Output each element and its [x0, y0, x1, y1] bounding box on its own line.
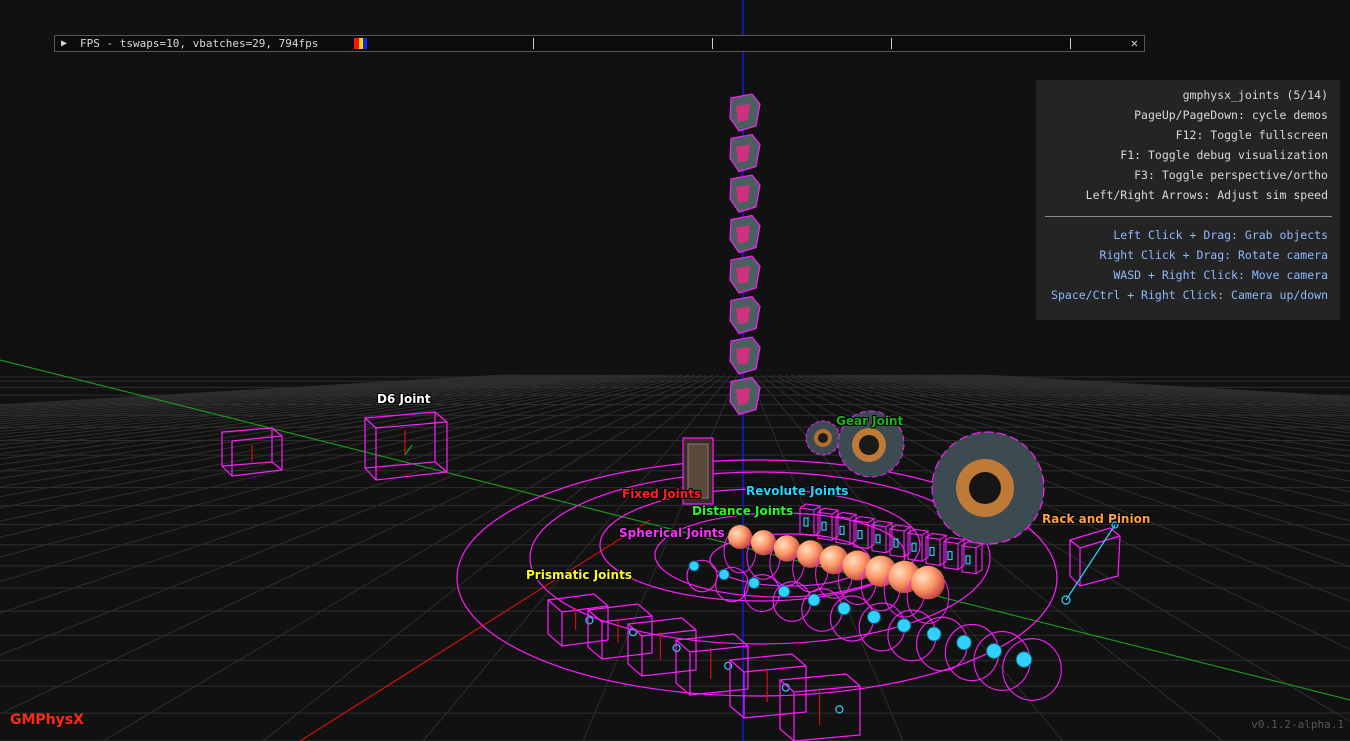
chain-link-box [729, 93, 761, 132]
hanging-chain[interactable] [729, 93, 761, 416]
label-spherical-joints: Spherical Joints [619, 526, 725, 540]
prismatic-anchor [835, 705, 844, 714]
chain-box-decal [736, 387, 750, 406]
prismatic-anchor [724, 661, 733, 670]
distance-cage [1002, 638, 1062, 701]
chain-box-decal [736, 306, 750, 325]
label-rack-and-pinion: Rack and Pinion [1042, 512, 1151, 526]
version-label: v0.1.2-alpha.1 [1251, 718, 1344, 731]
label-revolute-joints: Revolute Joints [746, 484, 849, 498]
prismatic-box [627, 617, 697, 677]
help-mouse-line: Right Click + Drag: Rotate camera [1099, 248, 1328, 262]
play-icon[interactable]: ▶ [61, 36, 67, 51]
distance-node [896, 618, 912, 633]
revolute-box [943, 537, 966, 571]
label-prismatic-joints: Prismatic Joints [526, 568, 632, 582]
distance-node [688, 560, 700, 572]
prismatic-joint-boxes[interactable] [547, 593, 861, 741]
help-mouse-line: WASD + Right Click: Move camera [1113, 268, 1328, 282]
fps-tick [891, 38, 892, 49]
label-gear-joint: Gear Joint [836, 414, 904, 428]
label-fixed-joints: Fixed Joints [622, 487, 702, 501]
spherical-ball [728, 525, 752, 549]
chain-box-decal [736, 185, 750, 203]
chain-link-box [729, 336, 761, 375]
chain-box-decal [736, 347, 750, 365]
distance-node [807, 593, 821, 607]
spherical-ball [750, 530, 777, 556]
revolute-box [889, 524, 912, 558]
label-distance-joints: Distance Joints [692, 504, 794, 518]
distance-node [956, 634, 972, 651]
revolute-hinge [875, 534, 881, 544]
fps-tick [1070, 38, 1071, 49]
distance-node [867, 610, 881, 624]
revolute-hinge [947, 551, 953, 561]
revolute-hinge [821, 521, 827, 531]
chain-link-box [729, 214, 761, 254]
chain-link-box [729, 376, 761, 416]
fps-gauge-blue [363, 38, 367, 49]
help-key-line: F3: Toggle perspective/ortho [1134, 168, 1328, 182]
fps-tick [712, 38, 713, 49]
distance-node [777, 585, 791, 598]
d6-joint-boxes[interactable] [221, 411, 448, 481]
distance-node [748, 577, 760, 589]
chain-link-box [729, 255, 761, 294]
spherical-ball [911, 565, 945, 600]
chain-box-decal [736, 225, 750, 244]
revolute-hinge [965, 555, 971, 565]
spherical-ball [773, 535, 801, 562]
distance-node [926, 626, 942, 642]
help-key-line: F1: Toggle debug visualization [1120, 148, 1328, 162]
help-key-line: Left/Right Arrows: Adjust sim speed [1085, 188, 1328, 202]
help-divider [1045, 216, 1332, 217]
distance-node [718, 568, 730, 581]
help-title: gmphysx_joints (5/14) [1182, 88, 1328, 102]
distance-node [1015, 651, 1033, 668]
chain-link-box [729, 133, 761, 173]
help-mouse-line: Left Click + Drag: Grab objects [1113, 228, 1328, 242]
revolute-box [853, 516, 876, 550]
help-mouse-line: Space/Ctrl + Right Click: Camera up/down [1051, 288, 1328, 302]
revolute-hinge [839, 525, 845, 535]
revolute-hinge [929, 546, 935, 556]
distance-cage [829, 595, 875, 642]
revolute-box [925, 532, 948, 567]
chain-link-box [729, 174, 761, 213]
distance-node [837, 601, 851, 616]
distance-node [986, 643, 1002, 659]
fps-gauge [354, 38, 368, 49]
fps-tick [533, 38, 534, 49]
fps-toolbar: ▶ FPS - tswaps=10, vbatches=29, 794fps ✕ [54, 35, 1145, 52]
close-icon[interactable]: ✕ [1131, 36, 1138, 51]
ground-grid [0, 374, 1350, 741]
revolute-hinge [857, 530, 863, 540]
fps-readout: FPS - tswaps=10, vbatches=29, 794fps [80, 37, 319, 50]
prismatic-anchor [585, 616, 594, 625]
x-axis-line [299, 519, 651, 741]
chain-link-box [729, 295, 761, 335]
rack-and-pinion-body[interactable] [1061, 521, 1121, 605]
help-key-line: F12: Toggle fullscreen [1175, 128, 1328, 142]
label-d6-joint: D6 Joint [377, 392, 431, 406]
revolute-box [961, 541, 984, 575]
help-key-line: PageUp/PageDown: cycle demos [1134, 108, 1328, 122]
brand-logo: GMPhysX [10, 712, 84, 728]
help-panel: gmphysx_joints (5/14) PageUp/PageDown: c… [1036, 80, 1340, 320]
chain-box-decal [736, 144, 750, 163]
chain-box-decal [736, 266, 750, 284]
chain-box-decal [736, 104, 750, 122]
